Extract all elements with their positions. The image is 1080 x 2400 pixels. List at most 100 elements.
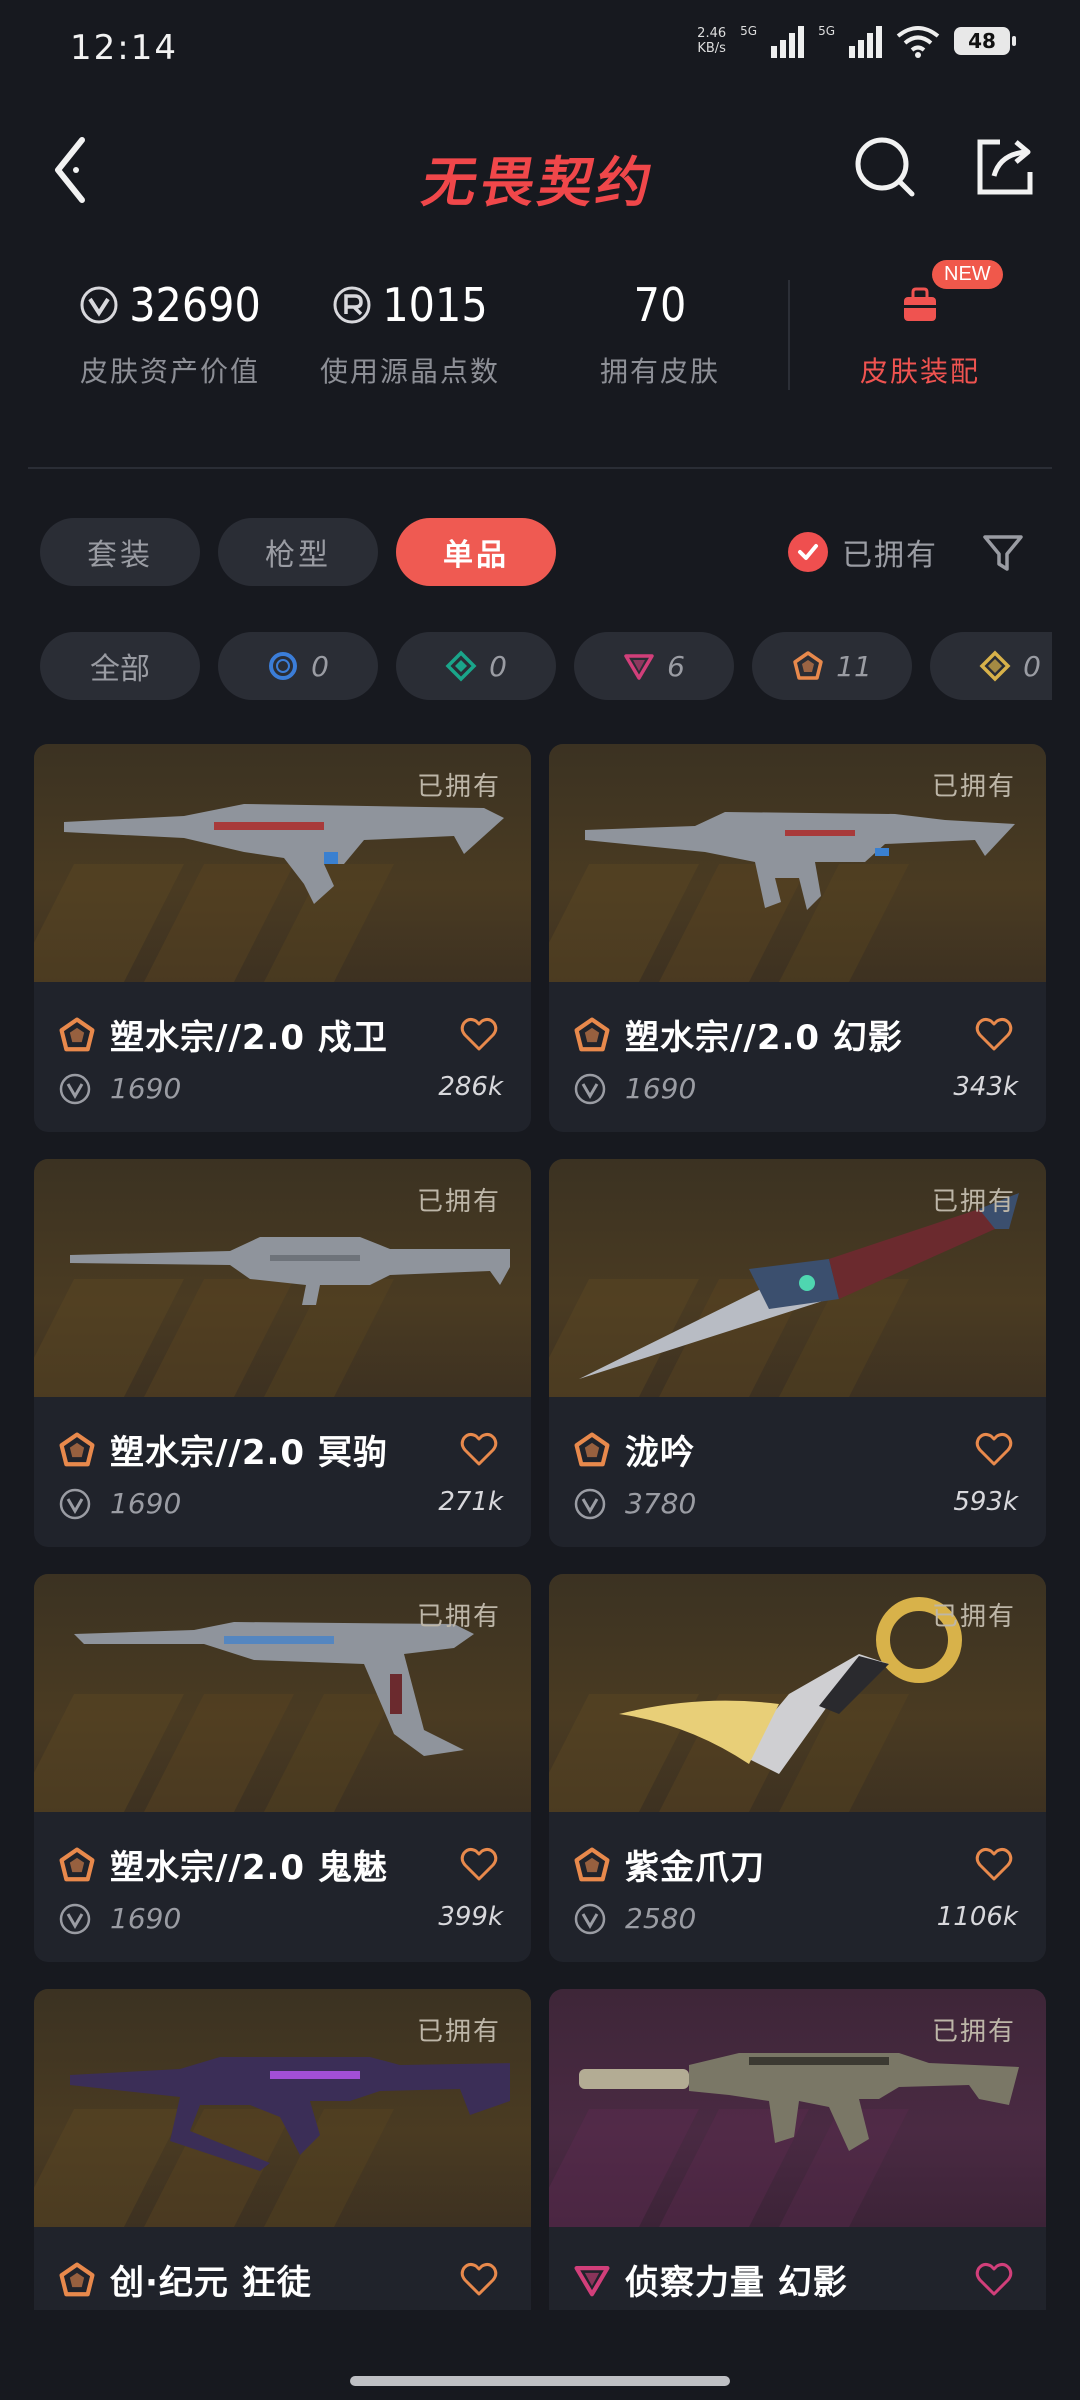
owned-skins-stat: 70 拥有皮肤 (599, 278, 720, 388)
vp-icon (574, 1073, 606, 1105)
tier-exclusive[interactable]: 11 (752, 632, 912, 700)
skin-name: 创·纪元 狂徒 (110, 2263, 312, 2303)
tier-premium[interactable]: 6 (574, 632, 734, 700)
share-icon[interactable] (970, 132, 1040, 202)
card-body: 塑水宗//2.0 鬼魅 1690 399k (34, 1812, 531, 1962)
skin-image: 已拥有 (549, 1159, 1046, 1397)
heart-icon[interactable] (974, 1844, 1014, 1884)
exclusive-tier-icon (793, 651, 823, 680)
skin-card[interactable]: 已拥有 塑水宗//2.0 冥驹 1690 271k (34, 1159, 531, 1547)
premium-tier-icon (624, 654, 654, 680)
skin-card[interactable]: 已拥有 紫金爪刀 2580 1106k (549, 1574, 1046, 1962)
signal-label-1: 5G (740, 24, 758, 38)
weapon-phantom-icon (585, 812, 1015, 910)
card-body: 泷吟 3780 593k (549, 1397, 1046, 1547)
exclusive-tier-icon (574, 1847, 610, 1882)
tier-deluxe[interactable]: 0 (396, 632, 556, 700)
skin-image: 已拥有 (34, 1574, 531, 1812)
skin-name: 塑水宗//2.0 冥驹 (110, 1433, 388, 1473)
nav-bar: 无畏契约 (0, 110, 1080, 230)
owned-tag: 已拥有 (931, 772, 1016, 802)
skin-card[interactable]: 已拥有 泷吟 3780 593k (549, 1159, 1046, 1547)
skin-image: 已拥有 (549, 1574, 1046, 1812)
skin-image: 已拥有 (549, 744, 1046, 982)
skin-card[interactable]: 已拥有 塑水宗//2.0 鬼魅 1690 399k (34, 1574, 531, 1962)
divider (28, 467, 1052, 469)
status-icons: 2.46 KB/s 5G 5G 48 (697, 24, 1016, 58)
bottom-area (0, 2310, 1080, 2400)
vp-icon (574, 1903, 606, 1935)
skin-card[interactable]: 已拥有 塑水宗//2.0 幻影 1690 343k (549, 744, 1046, 1132)
tab-bundles[interactable]: 套装 (40, 518, 200, 586)
skin-name: 泷吟 (625, 1433, 695, 1473)
skin-name: 塑水宗//2.0 鬼魅 (110, 1848, 388, 1888)
exclusive-tier-icon (59, 1017, 95, 1052)
owned-filter-toggle[interactable]: 已拥有 (788, 530, 938, 574)
heart-icon[interactable] (459, 1014, 499, 1054)
heart-icon[interactable] (974, 1014, 1014, 1054)
like-count: 343k (953, 1072, 1018, 1102)
like-count: 271k (438, 1487, 503, 1517)
filter-icon[interactable] (980, 530, 1026, 576)
owned-tag: 已拥有 (416, 772, 501, 802)
owned-tag: 已拥有 (931, 1602, 1016, 1632)
vp-icon (59, 1903, 91, 1935)
heart-icon[interactable] (459, 1844, 499, 1884)
radianite-icon (333, 286, 371, 324)
heart-icon[interactable] (459, 2259, 499, 2299)
like-count: 593k (953, 1487, 1018, 1517)
weapon-kunai-icon (579, 1193, 1019, 1379)
heart-icon[interactable] (974, 2259, 1014, 2299)
tier-ultra[interactable]: 0 (930, 632, 1052, 700)
owned-tag: 已拥有 (416, 2017, 501, 2047)
tab-weapon-type[interactable]: 枪型 (218, 518, 378, 586)
stats-divider (788, 280, 790, 390)
premium-tier-icon (574, 2266, 610, 2297)
skin-name: 紫金爪刀 (625, 1848, 765, 1888)
weapon-karambit-icon (619, 1597, 962, 1774)
new-badge: NEW (932, 260, 1003, 289)
status-bar: 12:14 2.46 KB/s 5G 5G 48 (0, 0, 1080, 100)
vp-icon (80, 286, 118, 324)
like-count: 286k (438, 1072, 503, 1102)
deluxe-tier-icon (445, 650, 477, 682)
owned-tag: 已拥有 (931, 2017, 1016, 2047)
weapon-vandal-icon (70, 2057, 510, 2171)
skin-price: 1690 (110, 1072, 182, 1105)
exclusive-tier-icon (574, 1432, 610, 1467)
radianite-stat: 1015 使用源晶点数 (319, 278, 500, 388)
signal-icon (771, 24, 805, 58)
skin-name: 侦察力量 幻影 (625, 2263, 848, 2303)
exclusive-tier-icon (574, 1017, 610, 1052)
search-icon[interactable] (850, 132, 920, 202)
weapon-marshal-icon (70, 1237, 510, 1305)
skin-name: 塑水宗//2.0 幻影 (625, 1018, 903, 1058)
tab-single-items[interactable]: 单品 (396, 518, 556, 586)
check-icon (788, 532, 828, 572)
card-body: 塑水宗//2.0 戍卫 1690 286k (34, 982, 531, 1132)
home-indicator[interactable] (350, 2376, 730, 2386)
skin-image: 已拥有 (34, 1159, 531, 1397)
skin-card[interactable]: 已拥有 塑水宗//2.0 戍卫 1690 286k (34, 744, 531, 1132)
skin-price: 3780 (625, 1487, 697, 1520)
tier-select[interactable]: 0 (218, 632, 378, 700)
card-body: 塑水宗//2.0 幻影 1690 343k (549, 982, 1046, 1132)
skin-image: 已拥有 (34, 1989, 531, 2227)
vp-icon (574, 1488, 606, 1520)
weapon-phantom-recon-icon (579, 2053, 1019, 2151)
stats-summary: 32690 皮肤资产价值 1015 使用源晶点数 70 拥有皮肤 皮肤装配 (0, 270, 1080, 410)
tier-all[interactable]: 全部 (40, 632, 200, 700)
heart-icon[interactable] (459, 1429, 499, 1469)
weapon-ghost-icon (74, 1622, 474, 1756)
backpack-icon (904, 287, 936, 321)
exclusive-tier-icon (59, 1847, 95, 1882)
net-speed: 2.46 KB/s (697, 26, 727, 56)
card-body: 紫金爪刀 2580 1106k (549, 1812, 1046, 1962)
exclusive-tier-icon (59, 1432, 95, 1467)
signal-label-2: 5G (818, 24, 835, 38)
ultra-tier-icon (979, 650, 1011, 682)
battery-icon: 48 (954, 27, 1016, 55)
heart-icon[interactable] (974, 1429, 1014, 1469)
like-count: 399k (438, 1902, 503, 1932)
vp-icon (59, 1073, 91, 1105)
